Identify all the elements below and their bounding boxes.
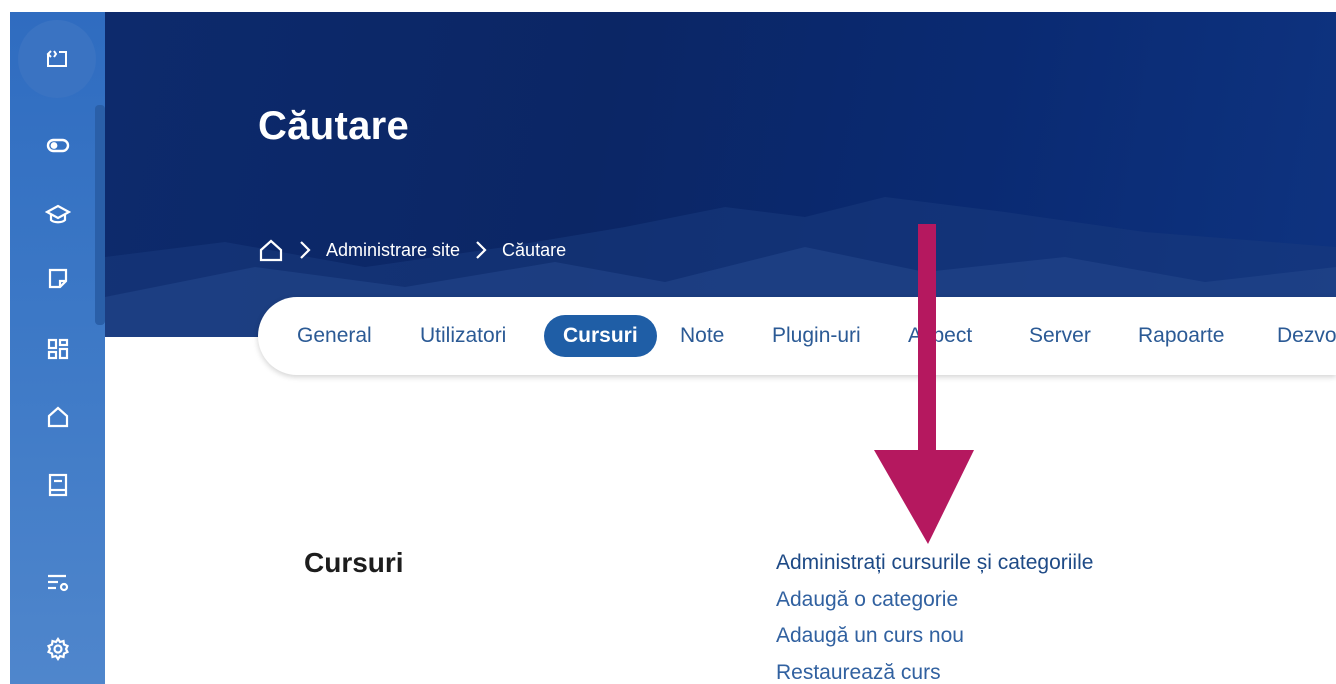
toggle-icon: [46, 138, 69, 153]
courses-links: Administrați cursurile și categoriile Ad…: [776, 551, 1093, 684]
manage-courses-link[interactable]: Administrați cursurile și categoriile: [776, 551, 1093, 588]
sidebar-toggle-icon: [46, 50, 67, 67]
page-header: [105, 12, 1336, 337]
sidebar-toggle-button[interactable]: [18, 20, 96, 98]
left-rail: [10, 12, 105, 684]
rail-item-settings[interactable]: [10, 624, 105, 674]
rail-scrollbar[interactable]: [95, 105, 105, 325]
rail-item-content[interactable]: [10, 460, 105, 510]
dashboard-grid-icon: [47, 338, 68, 360]
tab-appearance[interactable]: Aspect: [908, 315, 972, 357]
chevron-right-icon: [300, 241, 311, 259]
tab-plugins[interactable]: Plugin-uri: [772, 315, 861, 357]
rail-item-courses[interactable]: [10, 190, 105, 240]
chevron-right-icon: [476, 241, 487, 259]
tab-reports[interactable]: Rapoarte: [1138, 315, 1224, 357]
rail-item-admin-list[interactable]: [10, 558, 105, 608]
rail-item-notes[interactable]: [10, 254, 105, 304]
breadcrumb: Administrare site Căutare: [258, 234, 566, 266]
rail-item-home[interactable]: [10, 392, 105, 442]
add-category-link[interactable]: Adaugă o categorie: [776, 588, 1093, 625]
gear-icon: [46, 637, 69, 661]
tab-development[interactable]: Dezvoltare: [1277, 315, 1336, 357]
rail-item-toggle[interactable]: [10, 120, 105, 170]
book-icon: [48, 473, 67, 497]
tab-server[interactable]: Server: [1029, 315, 1091, 357]
tab-general[interactable]: General: [297, 315, 372, 357]
admin-tabs: General Utilizatori Cursuri Note Plugin-…: [258, 297, 1336, 375]
restore-course-link[interactable]: Restaurează curs: [776, 661, 1093, 684]
breadcrumb-item-site-admin[interactable]: Administrare site: [326, 240, 460, 261]
list-settings-icon: [47, 574, 68, 592]
tab-courses[interactable]: Cursuri: [544, 315, 657, 357]
graduation-cap-icon: [44, 204, 71, 224]
home-icon: [47, 406, 68, 428]
tab-users[interactable]: Utilizatori: [420, 315, 506, 357]
section-title: Cursuri: [304, 547, 404, 578]
page-title: Căutare: [258, 104, 410, 148]
add-course-link[interactable]: Adaugă un curs nou: [776, 624, 1093, 661]
home-icon[interactable]: [258, 237, 284, 263]
breadcrumb-item-current: Căutare: [502, 239, 567, 260]
rail-item-dashboard[interactable]: [10, 324, 105, 374]
tab-grades[interactable]: Note: [680, 315, 724, 357]
note-icon: [48, 268, 67, 289]
